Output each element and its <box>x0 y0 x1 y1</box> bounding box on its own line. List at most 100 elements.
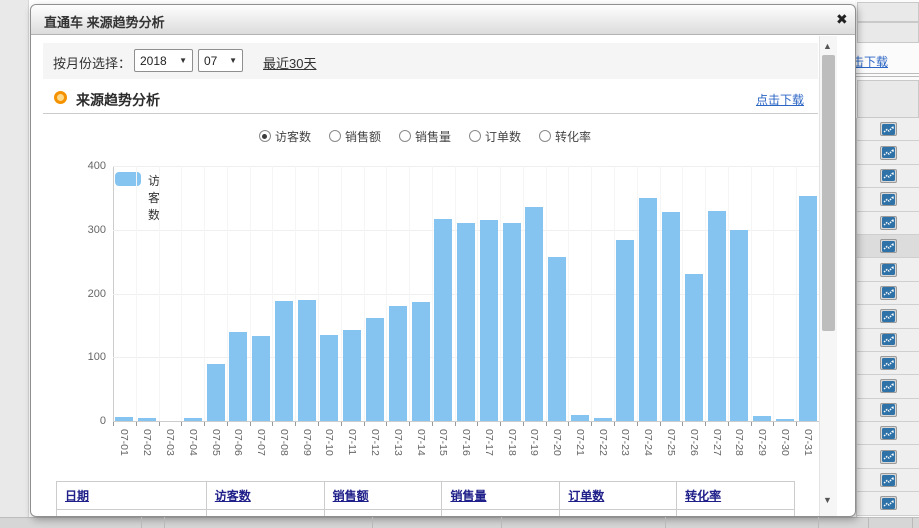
year-select-value: 2018 <box>140 54 167 68</box>
line-chart-icon[interactable] <box>880 496 897 510</box>
table-sort-link-3[interactable]: 销售额 <box>333 489 369 503</box>
background-table-row <box>857 235 919 258</box>
divider <box>856 76 919 77</box>
bar-07-09[interactable] <box>298 300 316 421</box>
table-sort-link-1[interactable]: 日期 <box>65 489 89 503</box>
bar-07-28[interactable] <box>730 230 748 421</box>
metric-radio-5[interactable]: 转化率 <box>539 126 591 146</box>
month-select[interactable]: 07 ▼ <box>198 49 243 72</box>
radio-icon[interactable] <box>469 130 481 142</box>
x-axis-tick <box>728 422 729 426</box>
x-axis-tick <box>341 422 342 426</box>
bar-07-06[interactable] <box>229 332 247 421</box>
bar-07-02[interactable] <box>138 418 156 421</box>
radio-icon[interactable] <box>329 130 341 142</box>
bar-07-18[interactable] <box>503 223 521 421</box>
line-chart-icon[interactable] <box>880 146 897 160</box>
gridline <box>136 166 137 421</box>
bar-07-27[interactable] <box>708 211 726 421</box>
line-chart-icon[interactable] <box>880 379 897 393</box>
download-link[interactable]: 点击下载 <box>756 91 804 108</box>
line-chart-icon[interactable] <box>880 333 897 347</box>
table-sort-link-4[interactable]: 销售量 <box>450 489 486 503</box>
x-tick-label: 07-07 <box>255 429 267 463</box>
month-select-label: 按月份选择： <box>53 53 131 72</box>
table-sort-link-5[interactable]: 订单数 <box>568 489 604 503</box>
year-select[interactable]: 2018 ▼ <box>134 49 193 72</box>
bar-07-08[interactable] <box>275 301 293 421</box>
metric-radio-label: 订单数 <box>485 128 521 145</box>
radio-icon[interactable] <box>399 130 411 142</box>
bar-07-17[interactable] <box>480 220 498 421</box>
radio-icon[interactable] <box>259 130 271 142</box>
bar-07-10[interactable] <box>320 335 338 421</box>
line-chart-icon[interactable] <box>880 263 897 277</box>
bar-07-11[interactable] <box>343 330 361 421</box>
bar-07-24[interactable] <box>639 198 657 421</box>
trend-analysis-dialog: 直通车 来源趋势分析 ✖ 按月份选择： 2018 ▼ 07 ▼ 最近30天 来源… <box>30 4 856 517</box>
table-sort-link-2[interactable]: 访客数 <box>215 489 251 503</box>
bar-07-20[interactable] <box>548 257 566 421</box>
x-tick-label: 07-09 <box>301 429 313 463</box>
line-chart-icon[interactable] <box>880 286 897 300</box>
line-chart-icon[interactable] <box>880 239 897 253</box>
line-chart-icon[interactable] <box>880 450 897 464</box>
radio-icon[interactable] <box>539 130 551 142</box>
bar-07-19[interactable] <box>525 207 543 421</box>
gridline <box>637 166 638 421</box>
x-axis-tick <box>773 422 774 426</box>
background-table-cell <box>857 2 919 22</box>
x-axis-tick <box>204 422 205 426</box>
line-chart-icon[interactable] <box>880 473 897 487</box>
bar-07-04[interactable] <box>184 418 202 421</box>
line-chart-icon[interactable] <box>880 216 897 230</box>
bar-07-25[interactable] <box>662 212 680 421</box>
bar-07-23[interactable] <box>616 240 634 421</box>
metric-radio-4[interactable]: 订单数 <box>469 126 521 146</box>
bar-07-13[interactable] <box>389 306 407 421</box>
bar-07-07[interactable] <box>252 336 270 421</box>
line-chart-icon[interactable] <box>880 426 897 440</box>
last-30-days-link[interactable]: 最近30天 <box>263 53 316 72</box>
scrollbar-thumb[interactable] <box>822 55 835 331</box>
x-axis-tick <box>295 422 296 426</box>
background-table-row <box>857 399 919 422</box>
line-chart-icon[interactable] <box>880 309 897 323</box>
bar-07-31[interactable] <box>799 196 817 421</box>
bar-07-16[interactable] <box>457 223 475 421</box>
x-tick-label: 07-04 <box>187 429 199 463</box>
bar-07-12[interactable] <box>366 318 384 421</box>
bar-07-29[interactable] <box>753 416 771 421</box>
dialog-titlebar[interactable]: 直通车 来源趋势分析 ✖ <box>31 5 855 35</box>
bar-07-05[interactable] <box>207 364 225 421</box>
table-sort-link-6[interactable]: 转化率 <box>685 489 721 503</box>
line-chart-icon[interactable] <box>880 403 897 417</box>
table-header-cell: 销售额 <box>324 482 442 510</box>
x-tick-label: 07-24 <box>642 429 654 463</box>
bar-07-26[interactable] <box>685 274 703 421</box>
line-chart-icon[interactable] <box>880 169 897 183</box>
background-table-row <box>857 188 919 211</box>
line-chart-icon[interactable] <box>880 122 897 136</box>
bar-07-01[interactable] <box>115 417 133 421</box>
bar-07-30[interactable] <box>776 419 794 421</box>
background-table-row <box>857 118 919 141</box>
line-chart-icon[interactable] <box>880 192 897 206</box>
scroll-down-icon[interactable]: ▼ <box>823 495 832 505</box>
metric-radio-1[interactable]: 访客数 <box>259 126 311 146</box>
close-icon[interactable]: ✖ <box>836 11 848 28</box>
background-column-line <box>912 517 913 528</box>
x-axis-tick <box>113 422 114 426</box>
bar-07-15[interactable] <box>434 219 452 421</box>
bar-07-22[interactable] <box>594 418 612 421</box>
table-cell <box>442 510 560 518</box>
scroll-up-icon[interactable]: ▲ <box>823 41 832 51</box>
line-chart-icon[interactable] <box>880 356 897 370</box>
metric-radio-3[interactable]: 销售量 <box>399 126 451 146</box>
metric-radio-group: 访客数销售额销售量 订单数 转化率 <box>31 126 819 146</box>
gridline <box>614 166 615 421</box>
table-row <box>57 510 795 518</box>
metric-radio-2[interactable]: 销售额 <box>329 126 381 146</box>
bar-07-14[interactable] <box>412 302 430 421</box>
bar-07-21[interactable] <box>571 415 589 421</box>
